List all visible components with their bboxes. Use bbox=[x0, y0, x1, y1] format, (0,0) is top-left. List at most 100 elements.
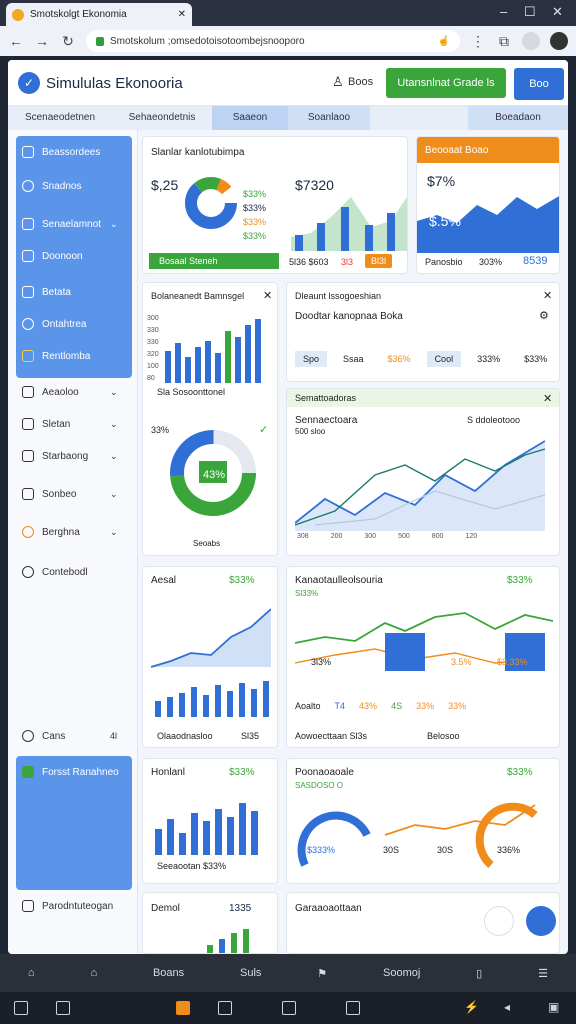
app-title: Simululas Ekonooria bbox=[46, 75, 183, 92]
chip[interactable]: $36% bbox=[380, 351, 419, 367]
info-card: Dleaunt lssogoeshian ✕ Doodtar kanopnaa … bbox=[286, 282, 560, 382]
volume-icon[interactable]: ◂ bbox=[504, 1000, 510, 1014]
chip[interactable]: Cool bbox=[426, 351, 462, 367]
card-footer: 8539 bbox=[523, 255, 548, 267]
blue-action-button[interactable]: Boo bbox=[514, 68, 564, 100]
bottom-nav-item[interactable]: Soomoj bbox=[383, 967, 420, 979]
orange-badge[interactable]: Bl3l bbox=[365, 254, 393, 268]
gauge-label: 30S bbox=[437, 845, 454, 855]
subnav-tab-6[interactable]: Boeadaon bbox=[468, 106, 568, 130]
card-title: Aesal bbox=[151, 575, 177, 586]
sidebar-item-6[interactable]: Ontahtrea bbox=[22, 314, 86, 334]
sidebar: Beassordees Snadnos Senaelamnot ⌄ Doonoon… bbox=[8, 130, 138, 954]
taskbar-icon[interactable] bbox=[346, 1001, 360, 1015]
bottom-nav-item-active[interactable]: Suls bbox=[240, 967, 261, 979]
sidebar-item-5[interactable]: Betata bbox=[22, 282, 71, 302]
back-icon[interactable]: ← bbox=[8, 33, 24, 49]
sidebar-panel-item[interactable]: Forsst Ranahneo bbox=[22, 762, 119, 782]
flag-icon[interactable]: ⚑ bbox=[317, 967, 327, 980]
notification-icon[interactable]: ▣ bbox=[548, 1000, 559, 1014]
mini-bars bbox=[207, 929, 249, 953]
chip[interactable]: 4S bbox=[391, 701, 402, 711]
chevron-down-icon: ⌄ bbox=[110, 218, 118, 229]
forward-icon[interactable]: → bbox=[34, 33, 50, 49]
extension-icon[interactable]: ⧉ bbox=[496, 33, 512, 50]
close-window-icon[interactable]: ✕ bbox=[552, 4, 563, 20]
edit-fab[interactable] bbox=[526, 906, 556, 936]
close-tab-icon[interactable]: ✕ bbox=[178, 9, 186, 20]
check-icon bbox=[22, 766, 34, 778]
home-icon[interactable]: ⌂ bbox=[28, 967, 35, 979]
sidebar-item-9[interactable]: Sletan ⌄ bbox=[22, 414, 118, 434]
card-footer: Sla Sosoonttonel bbox=[157, 387, 226, 397]
hand-icon[interactable]: ☝ bbox=[438, 36, 450, 47]
close-icon[interactable]: ✕ bbox=[543, 289, 552, 302]
maximize-icon[interactable]: ☐ bbox=[524, 4, 536, 20]
sidebar-bottom-item[interactable]: Parodntuteogan bbox=[22, 896, 113, 916]
chip[interactable]: 33% bbox=[416, 701, 434, 711]
chip[interactable]: 333% bbox=[469, 351, 508, 367]
sidebar-item-1[interactable]: Beassordees bbox=[22, 142, 100, 162]
chart-label: 3.5% bbox=[451, 657, 472, 667]
subnav-tab-2[interactable]: Sehaeondetnis bbox=[112, 106, 212, 130]
minimize-icon[interactable]: – bbox=[500, 4, 507, 19]
chip[interactable]: 43% bbox=[359, 701, 377, 711]
taskbar: ⚡ ◂ ▣ bbox=[0, 992, 576, 1024]
sidebar-item-3[interactable]: Senaelamnot ⌄ bbox=[22, 214, 118, 234]
gauge-label: 30S bbox=[383, 845, 400, 855]
sidebar-item-label: Doonoon bbox=[42, 250, 83, 262]
column-card: Honlanl $33% Seeaootan $33% bbox=[142, 758, 278, 884]
sidebar-item-11[interactable]: Sonbeo ⌄ bbox=[22, 484, 118, 504]
card-value: $33% bbox=[229, 575, 255, 586]
chip[interactable]: 33% bbox=[448, 701, 466, 711]
card-footer: Belosoo bbox=[427, 731, 460, 741]
reload-icon[interactable]: ↻ bbox=[60, 33, 76, 50]
progress-bar[interactable]: Bosaal Steneh bbox=[149, 253, 279, 269]
subnav-tab-4[interactable]: Soanlaoo bbox=[288, 106, 370, 130]
house-icon[interactable]: ⌂ bbox=[90, 967, 97, 979]
chip[interactable]: Aoalto bbox=[295, 701, 321, 711]
windows-icon[interactable] bbox=[14, 1001, 28, 1015]
subnav-tab-1[interactable]: Scenaeodetnen bbox=[8, 106, 112, 130]
sidebar-item-12[interactable]: Berghna ⌄ bbox=[22, 522, 118, 542]
mini-bar-area-chart bbox=[291, 197, 407, 251]
chip[interactable]: Spo bbox=[295, 351, 328, 367]
taskbar-app-icon[interactable] bbox=[176, 1001, 190, 1015]
profile-icon[interactable] bbox=[522, 32, 540, 50]
green-action-button[interactable]: Utansnlnat Grade ls bbox=[386, 68, 506, 98]
sidebar-item-7[interactable]: Rentlomba bbox=[22, 346, 90, 366]
subnav-tab-5[interactable] bbox=[370, 106, 468, 130]
card-title: Slanlar kanlotubimpa bbox=[151, 147, 245, 158]
sidebar-item-2[interactable]: Snadnos bbox=[22, 176, 81, 196]
menu-dots-icon[interactable]: ⋮ bbox=[470, 33, 486, 50]
sidebar-item-8[interactable]: Aeaoloo ⌄ bbox=[22, 382, 118, 402]
taskbar-icon[interactable] bbox=[282, 1001, 296, 1015]
card-footer: 5l36 $603 bbox=[289, 257, 329, 267]
user-icon[interactable]: ♙ bbox=[332, 74, 344, 90]
user-fab[interactable] bbox=[484, 906, 514, 936]
taskbar-icon[interactable] bbox=[218, 1001, 232, 1015]
menu-icon[interactable]: ☰ bbox=[538, 967, 548, 980]
chip[interactable]: Ssaa bbox=[335, 351, 372, 367]
close-icon[interactable]: ✕ bbox=[263, 289, 272, 302]
sidebar-item-4[interactable]: Doonoon bbox=[22, 246, 83, 266]
chip[interactable]: $33% bbox=[516, 351, 555, 367]
avatar[interactable] bbox=[550, 32, 568, 50]
taskbar-icon[interactable] bbox=[56, 1001, 70, 1015]
browser-tab[interactable]: Smotskolgt Ekonomia ✕ bbox=[6, 3, 192, 26]
bottom-nav-item[interactable]: Boans bbox=[153, 967, 184, 979]
filter-pill[interactable]: S ddoleotooo bbox=[467, 415, 520, 425]
network-icon[interactable]: ⚡ bbox=[464, 1000, 479, 1014]
sidebar-footer[interactable]: Cans 4l bbox=[22, 726, 117, 746]
chip[interactable]: T4 bbox=[335, 701, 346, 711]
header-label[interactable]: Boos bbox=[348, 76, 373, 88]
sidebar-item-10[interactable]: Starbaong ⌄ bbox=[22, 446, 118, 466]
phone-icon[interactable]: ▯ bbox=[476, 967, 482, 980]
bar-chart bbox=[165, 319, 261, 383]
sidebar-item-13[interactable]: Contebodl bbox=[22, 562, 88, 582]
bottom-card: Garaaoaottaan bbox=[286, 892, 560, 954]
subnav-tab-3[interactable]: Saaeon bbox=[212, 106, 288, 130]
settings-icon[interactable]: ⚙ bbox=[539, 309, 549, 322]
close-icon[interactable]: ✕ bbox=[543, 392, 552, 405]
url-input[interactable]: Smotskolum ;omsedotoisotoombejsnooporo ☝ bbox=[86, 30, 460, 52]
